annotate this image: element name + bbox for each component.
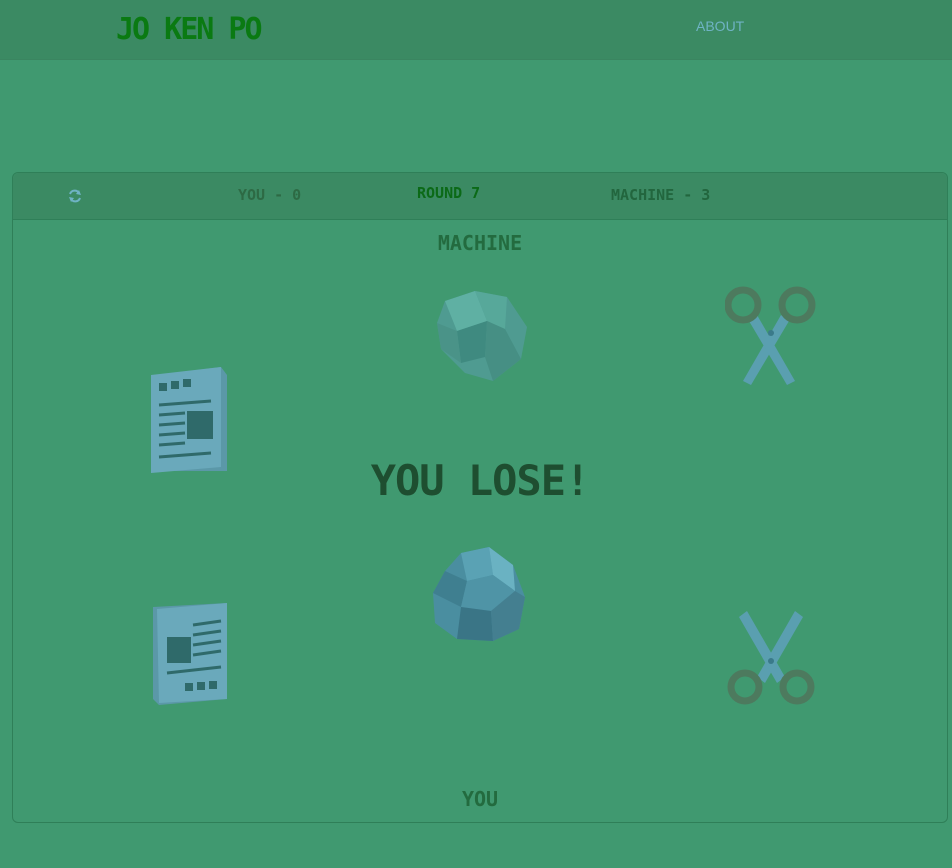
player-paper-icon[interactable] [151, 603, 233, 707]
machine-score: MACHINE - 3 [611, 186, 711, 204]
player-scissors-icon[interactable] [725, 609, 817, 707]
machine-rock-icon [435, 287, 529, 383]
refresh-icon[interactable] [66, 187, 84, 205]
scoreboard: YOU - 0 ROUND 7 MACHINE - 3 [13, 173, 947, 220]
machine-scissors-icon [725, 285, 817, 385]
machine-label: MACHINE [437, 231, 523, 255]
game-board: YOU - 0 ROUND 7 MACHINE - 3 MACHINE YOU … [12, 172, 948, 823]
you-label: YOU [461, 787, 499, 811]
player-rock-icon[interactable] [431, 545, 527, 643]
round-counter: ROUND 7 [417, 184, 481, 202]
you-score: YOU - 0 [238, 186, 302, 204]
brand-logo[interactable]: JO KEN PO [116, 12, 263, 47]
result-text: YOU LOSE! [370, 456, 591, 505]
navbar: JO KEN PO ABOUT [0, 0, 952, 60]
nav-about-link[interactable]: ABOUT [696, 18, 744, 34]
